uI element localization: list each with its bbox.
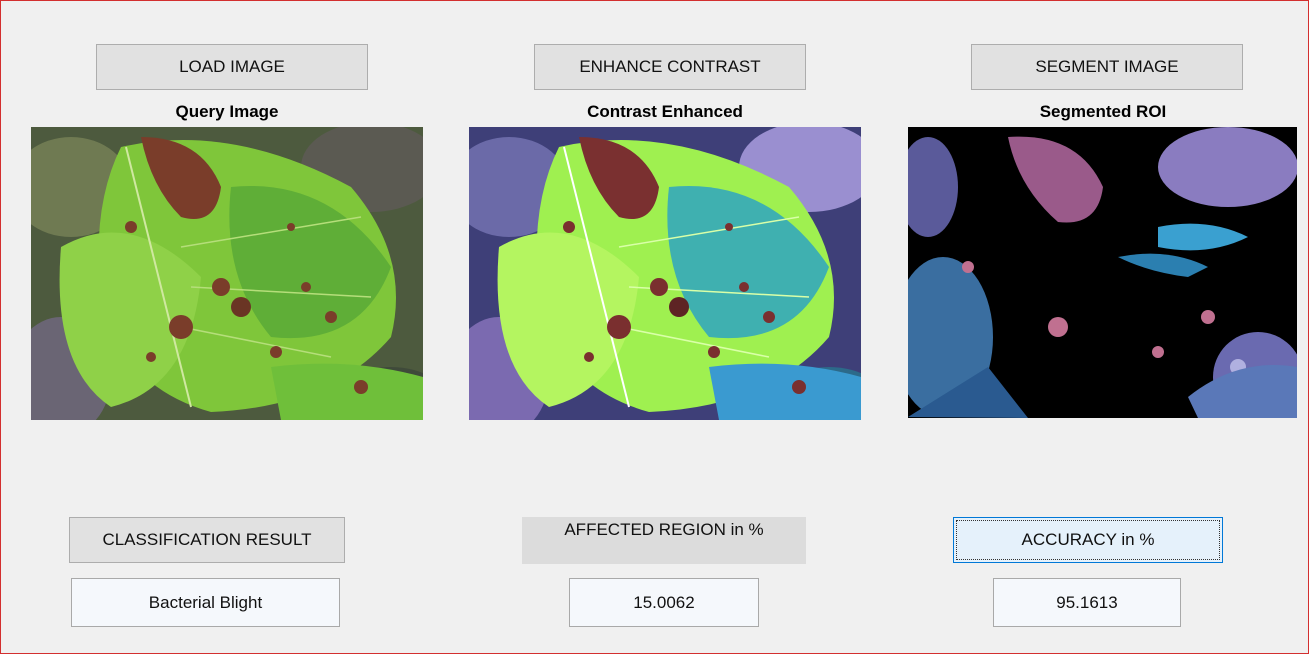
query-image-title: Query Image [175, 102, 279, 121]
contrast-enhanced-title: Contrast Enhanced [587, 102, 743, 121]
affected-region-label: AFFECTED REGION in % [522, 517, 806, 564]
accuracy-field: 95.1613 [993, 578, 1181, 627]
enhance-contrast-button[interactable]: ENHANCE CONTRAST [534, 44, 806, 90]
contrast-enhanced-image [469, 127, 861, 420]
segmented-roi-title: Segmented ROI [1039, 102, 1167, 121]
query-image [31, 127, 423, 420]
affected-region-field: 15.0062 [569, 578, 759, 627]
segment-image-button[interactable]: SEGMENT IMAGE [971, 44, 1243, 90]
classification-result-button[interactable]: CLASSIFICATION RESULT [69, 517, 345, 563]
load-image-button[interactable]: LOAD IMAGE [96, 44, 368, 90]
segmented-roi-image [908, 127, 1297, 418]
accuracy-button[interactable]: ACCURACY in % [953, 517, 1223, 563]
classification-result-field: Bacterial Blight [71, 578, 340, 627]
